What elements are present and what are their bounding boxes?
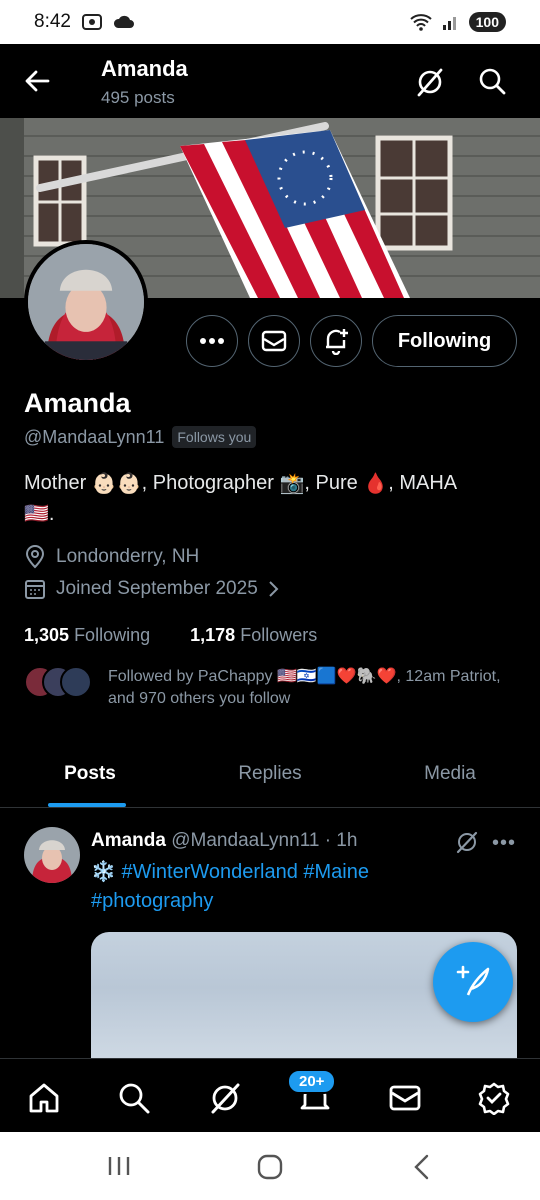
envelope-icon: [261, 330, 287, 352]
signal-icon: [442, 17, 456, 30]
followers-count-link[interactable]: 1,178 Followers: [190, 625, 317, 645]
baby-emoji-icon: 👶🏻👶🏻: [91, 472, 142, 495]
grok-icon[interactable]: [455, 830, 479, 854]
wifi-icon: [409, 14, 432, 31]
bio-text-3: , Pure: [304, 472, 364, 494]
camera-flash-emoji-icon: 📸: [279, 472, 305, 495]
bottom-navigation: [0, 1058, 540, 1132]
profile-name: Amanda: [24, 388, 131, 418]
handle-row: @MandaaLynn11 Follows you: [24, 426, 257, 448]
avatar: [60, 666, 92, 698]
post-text-line[interactable]: ❄️ #WinterWonderland #Maine: [91, 858, 511, 887]
followers-count: 1,178: [190, 625, 236, 645]
cloud-icon: [113, 15, 134, 28]
grok-icon[interactable]: [414, 66, 446, 98]
search-icon[interactable]: [117, 1081, 151, 1115]
post-time: · 1h: [324, 830, 358, 851]
notification-count-badge: 20+: [287, 1069, 337, 1094]
back-chevron-icon[interactable]: [412, 1154, 430, 1180]
following-count: 1,305: [24, 625, 70, 645]
bio-text-2: , Photographer: [141, 472, 280, 494]
followers-label: Followers: [240, 625, 318, 645]
bio-text-end: .: [48, 502, 55, 525]
bio-text-4: , MAHA: [388, 472, 458, 494]
joined-text: Joined September 2025: [56, 578, 258, 599]
post-author-avatar[interactable]: [24, 827, 80, 883]
follows-you-badge: Follows you: [172, 426, 257, 448]
battery-indicator: 100: [468, 12, 506, 32]
tab-media[interactable]: Media: [360, 740, 540, 807]
following-count-link[interactable]: 1,305 Following: [24, 625, 150, 645]
home-icon[interactable]: [27, 1081, 61, 1115]
us-flag-emoji-icon: 🇺🇸: [24, 503, 49, 526]
drop-of-blood-emoji-icon: 🩸: [363, 472, 389, 495]
location-text: Londonderry, NH: [56, 546, 200, 567]
profile-screen: 8:42 100 Amanda 495 posts Following Aman…: [0, 0, 540, 1200]
header-post-count: 495 posts: [101, 88, 175, 107]
status-time: 8:42: [34, 11, 71, 32]
compose-post-button[interactable]: [433, 942, 513, 1022]
follow-counts: 1,305 Following 1,178 Followers: [24, 625, 317, 646]
location-pin-icon: [25, 545, 45, 569]
search-icon[interactable]: [477, 66, 507, 96]
back-arrow-icon[interactable]: [22, 66, 52, 96]
post-author-name[interactable]: Amanda: [91, 830, 166, 851]
post-more-button[interactable]: •••: [492, 832, 516, 855]
status-bar: 8:42 100: [0, 0, 540, 44]
post-header: Amanda @MandaaLynn11 · 1h: [91, 830, 357, 852]
chevron-right-icon: [269, 581, 279, 597]
profile-bio: Mother 👶🏻👶🏻, Photographer 📸, Pure 🩸, MAH…: [24, 468, 514, 529]
profile-header: Amanda 495 posts: [0, 44, 540, 118]
feather-plus-icon: [456, 965, 490, 996]
joined-row[interactable]: Joined September 2025: [24, 578, 280, 600]
header-title: Amanda: [101, 56, 188, 81]
calendar-icon: [25, 580, 45, 599]
system-navigation-bar: [0, 1132, 540, 1200]
messages-envelope-icon[interactable]: [388, 1081, 422, 1115]
more-options-button[interactable]: [186, 315, 238, 367]
tab-replies[interactable]: Replies: [180, 740, 360, 807]
post-text: ❄️ #WinterWonderland #Maine #photography: [91, 858, 511, 916]
followed-by-row[interactable]: Followed by PaChappy 🇺🇸🇮🇱🟦❤️🐘❤️, 12am Pa…: [24, 666, 518, 710]
more-dots-icon: [200, 338, 224, 344]
bio-text-1: Mother: [24, 472, 92, 494]
tab-posts[interactable]: Posts: [0, 740, 180, 807]
followed-by-text: Followed by PaChappy 🇺🇸🇮🇱🟦❤️🐘❤️, 12am Pa…: [108, 668, 501, 707]
profile-handle: @MandaaLynn11: [24, 426, 165, 447]
home-button-icon[interactable]: [257, 1154, 283, 1180]
post-text-line[interactable]: #photography: [91, 887, 511, 916]
post-author-handle[interactable]: @MandaaLynn11: [171, 830, 319, 851]
message-button[interactable]: [248, 315, 300, 367]
profile-avatar[interactable]: [24, 240, 148, 364]
bell-plus-icon: [326, 329, 348, 355]
location-row: Londonderry, NH: [24, 545, 199, 569]
following-label: Following: [74, 625, 151, 645]
following-button[interactable]: Following: [372, 315, 517, 367]
recent-apps-icon[interactable]: [106, 1155, 132, 1177]
grok-icon[interactable]: [208, 1081, 242, 1115]
followed-by-avatars: [24, 666, 94, 700]
notify-button[interactable]: [310, 315, 362, 367]
screenshot-icon: [81, 14, 102, 30]
verified-badge-icon[interactable]: [477, 1081, 511, 1115]
profile-tabs: Posts Replies Media: [0, 740, 540, 808]
